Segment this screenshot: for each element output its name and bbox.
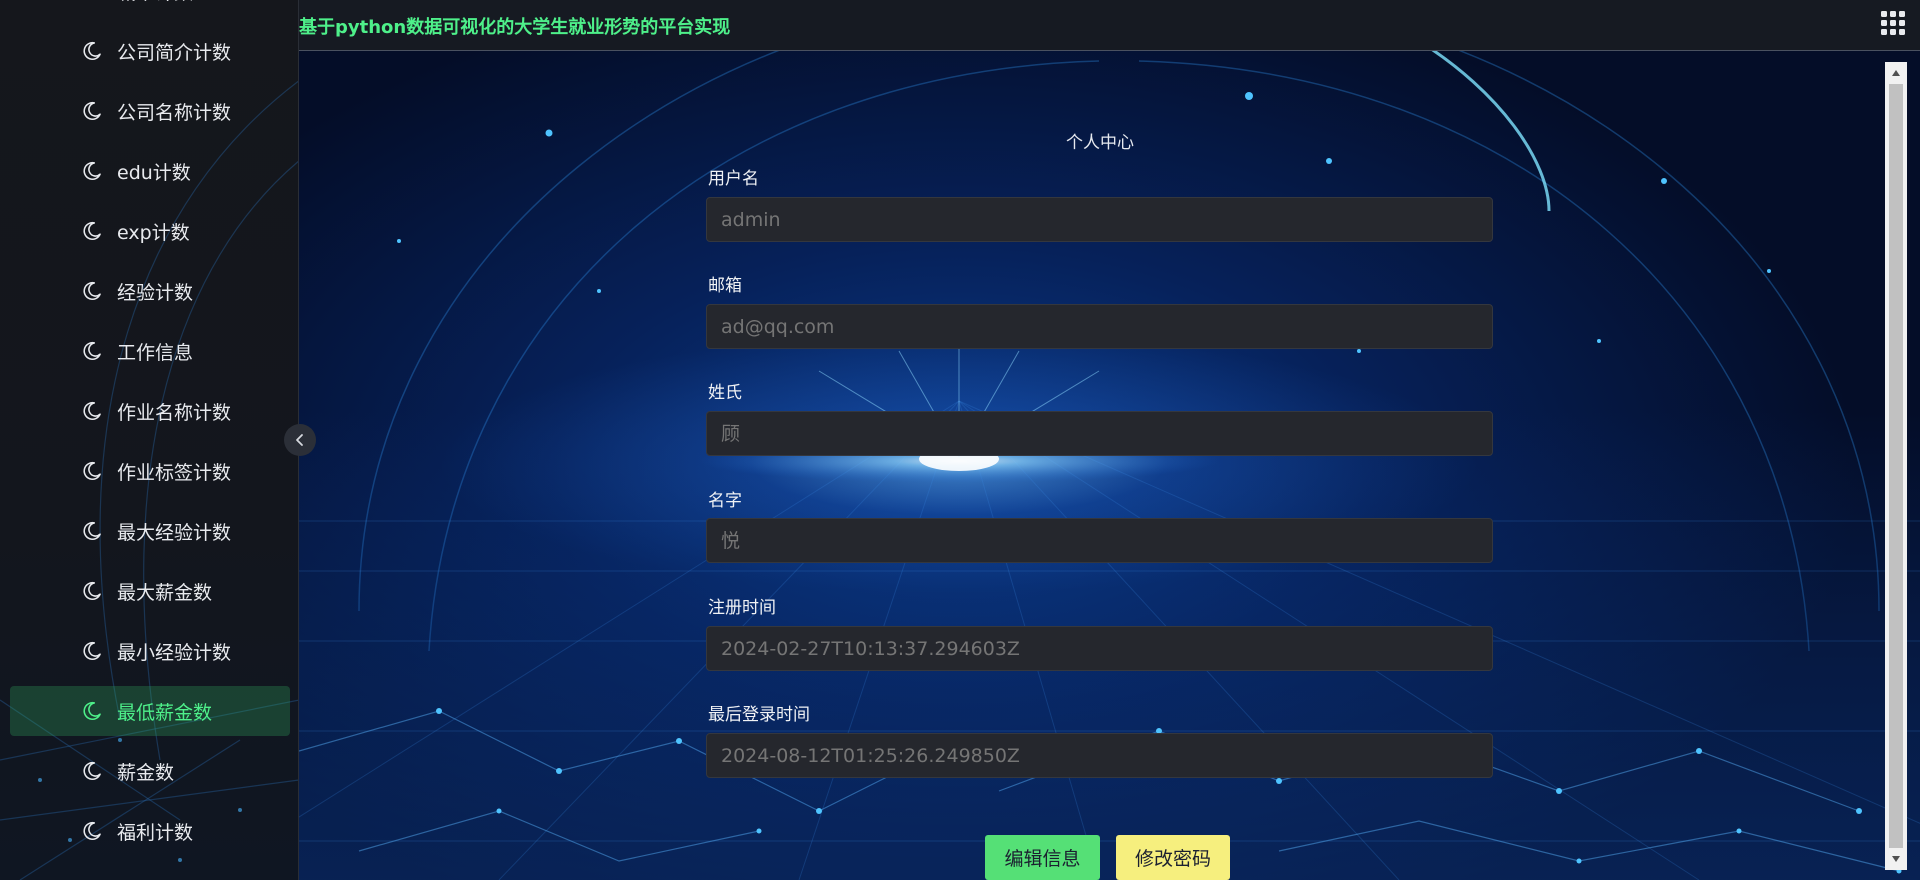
page-title: 个人中心	[1066, 133, 1134, 153]
sidebar-item[interactable]: 公司简介计数	[10, 26, 290, 76]
register-time-field[interactable]	[706, 626, 1493, 671]
first-name-field[interactable]	[706, 518, 1493, 563]
sidebar-item-label: 最小经验计数	[117, 641, 232, 664]
grid-icon[interactable]	[1880, 10, 1906, 36]
arrow-down-icon	[1892, 856, 1900, 862]
arrow-up-icon	[1892, 70, 1900, 76]
moon-icon	[83, 221, 101, 241]
sidebar-item[interactable]: 作业名称计数	[10, 386, 290, 436]
last-login-label: 最后登录时间	[708, 705, 810, 725]
sidebar-item-label: 城市计数	[117, 0, 193, 5]
sidebar-item-label: 福利计数	[117, 821, 194, 844]
moon-icon	[83, 701, 101, 721]
last-name-field[interactable]	[706, 411, 1493, 456]
sidebar-item[interactable]: 最大薪金数	[10, 566, 290, 616]
sidebar-item-label: 工作信息	[117, 341, 194, 364]
sidebar-item-label: 经验计数	[117, 281, 194, 304]
collapse-sidebar-button[interactable]	[284, 424, 316, 456]
moon-icon	[83, 821, 101, 841]
edit-info-button[interactable]: 编辑信息	[985, 835, 1100, 880]
sidebar-item[interactable]: 作业标签计数	[10, 446, 290, 496]
moon-icon	[83, 761, 101, 781]
sidebar-item[interactable]: 福利计数	[10, 806, 290, 856]
chevron-left-icon	[296, 434, 303, 446]
sidebar-item[interactable]: 城市计数	[10, 0, 290, 16]
sidebar-item-label: 作业标签计数	[117, 461, 232, 484]
username-field[interactable]	[706, 197, 1493, 242]
vertical-scrollbar[interactable]	[1885, 62, 1907, 870]
sidebar-item-label: 薪金数	[117, 761, 175, 784]
moon-icon	[83, 461, 101, 481]
sidebar-item[interactable]: 最低薪金数	[10, 686, 290, 736]
username-label: 用户名	[708, 169, 759, 189]
sidebar-item-label: 最大薪金数	[117, 581, 213, 604]
sidebar-item[interactable]: 公司名称计数	[10, 86, 290, 136]
moon-icon	[83, 101, 101, 121]
moon-icon	[83, 281, 101, 301]
scrollbar-thumb[interactable]	[1889, 84, 1903, 848]
last-name-label: 姓氏	[708, 383, 742, 403]
sidebar-item[interactable]: 工作信息	[10, 326, 290, 376]
email-label: 邮箱	[708, 276, 742, 296]
moon-icon	[83, 581, 101, 601]
sidebar-item[interactable]: exp计数	[10, 206, 290, 256]
moon-icon	[92, 0, 93, 1]
first-name-label: 名字	[708, 491, 742, 511]
moon-icon	[83, 161, 101, 181]
sidebar-item-label: edu计数	[117, 161, 191, 184]
sidebar-menu: 城市计数公司简介计数公司名称计数 edu计数 exp计数经验计数工作信息作业名称计数…	[10, 0, 290, 866]
sidebar-item-label: 最大经验计数	[117, 521, 232, 544]
scroll-down-button[interactable]	[1885, 848, 1907, 870]
moon-icon	[83, 401, 101, 421]
sidebar-item[interactable]: 最大经验计数	[10, 506, 290, 556]
scroll-up-button[interactable]	[1885, 62, 1907, 84]
last-login-field[interactable]	[706, 733, 1493, 778]
sidebar-item-label: 公司名称计数	[117, 101, 232, 124]
sidebar-item-label: 作业名称计数	[117, 401, 232, 424]
sidebar-item-label: 最低薪金数	[117, 701, 213, 724]
moon-icon	[83, 521, 101, 541]
sidebar-item[interactable]: 经验计数	[10, 266, 290, 316]
moon-icon	[83, 341, 101, 361]
email-field[interactable]	[706, 304, 1493, 349]
sidebar: 城市计数公司简介计数公司名称计数 edu计数 exp计数经验计数工作信息作业名称计数…	[0, 0, 299, 880]
top-header: 基于python数据可视化的大学生就业形势的平台实现	[299, 0, 1920, 51]
sidebar-item-label: exp计数	[117, 221, 190, 244]
app-title: 基于python数据可视化的大学生就业形势的平台实现	[299, 17, 731, 38]
sidebar-item[interactable]: 最小经验计数	[10, 626, 290, 676]
change-password-button[interactable]: 修改密码	[1116, 835, 1230, 880]
sidebar-item-label: 公司简介计数	[117, 41, 232, 64]
moon-icon	[83, 641, 101, 661]
sidebar-item[interactable]: 薪金数	[10, 746, 290, 796]
sidebar-item[interactable]: edu计数	[10, 146, 290, 196]
register-time-label: 注册时间	[708, 598, 776, 618]
moon-icon	[83, 41, 101, 61]
